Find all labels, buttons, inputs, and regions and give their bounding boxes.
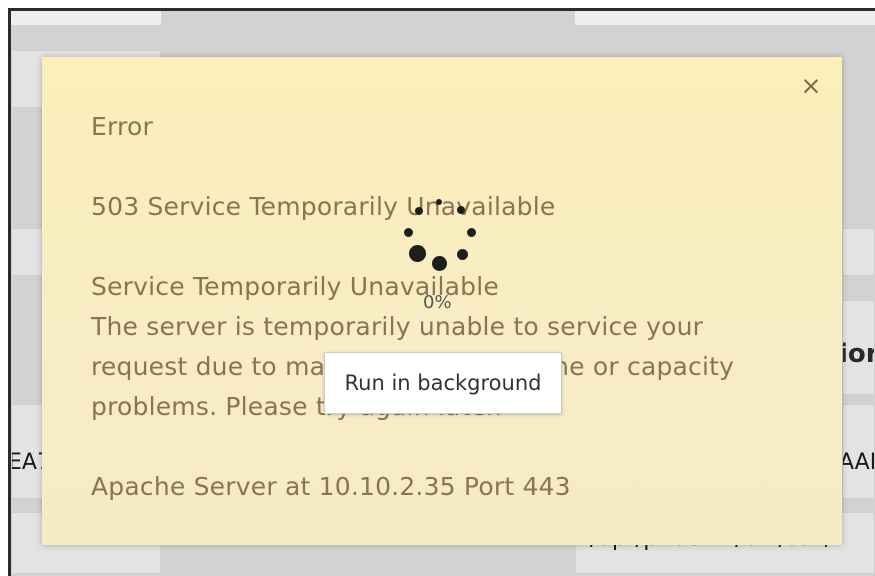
server-signature: Apache Server at 10.10.2.35 Port 443	[91, 472, 571, 501]
background-column-header: ior	[842, 300, 875, 395]
progress-percent: 0%	[423, 292, 452, 313]
background-cell	[842, 228, 875, 276]
background-strip-top-right	[575, 11, 875, 25]
background-cell-text: AAB	[843, 450, 874, 475]
spinner-dot	[436, 199, 442, 205]
loading-spinner-icon	[400, 195, 480, 275]
spinner-dot	[415, 207, 423, 215]
spinner-dot	[404, 228, 413, 237]
spinner-dot	[432, 256, 447, 271]
spinner-dot	[457, 206, 465, 214]
spinner-dot	[457, 249, 468, 260]
run-in-background-button[interactable]: Run in background	[324, 352, 562, 414]
error-heading: 503 Service Temporarily Unavailable	[91, 192, 556, 221]
background-strip-top-left	[11, 11, 161, 25]
background-header-text: ior	[843, 339, 874, 369]
dialog-title: Error	[91, 112, 153, 141]
error-message-line: The server is temporarily unable to serv…	[91, 312, 704, 341]
close-icon[interactable]: ×	[798, 73, 824, 99]
run-in-background-label: Run in background	[344, 371, 542, 395]
spinner-dot	[409, 245, 426, 262]
spinner-dot	[467, 228, 476, 237]
background-table-row: AAB	[842, 404, 875, 499]
